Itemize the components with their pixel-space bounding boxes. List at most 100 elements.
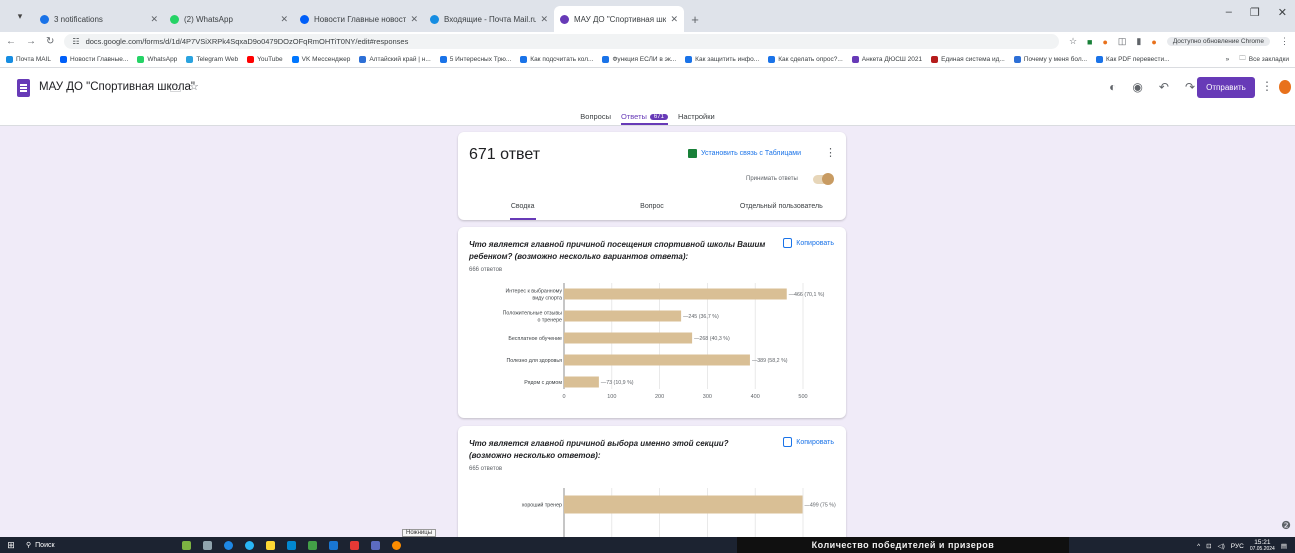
app-icon[interactable]	[371, 540, 380, 550]
minimize-icon[interactable]: –	[1226, 6, 1232, 19]
bookmark-item[interactable]: Алтайский край | н...	[359, 55, 431, 63]
accept-responses-toggle[interactable]	[813, 173, 834, 185]
chart-bar	[564, 354, 750, 366]
undo-icon[interactable]: ↶	[1159, 80, 1169, 94]
header-actions: ◐ ◉ ↶ ↷	[1109, 80, 1195, 94]
forward-icon[interactable]: →	[26, 36, 36, 47]
edge-app-icon[interactable]	[245, 540, 254, 550]
profile-avatar[interactable]: ●	[1151, 37, 1156, 47]
x-tick-label: 400	[751, 394, 760, 400]
outlook-app-icon[interactable]	[329, 540, 338, 550]
responses-more-icon[interactable]: ⋮	[825, 146, 836, 159]
summary-subtab[interactable]: Сводка	[458, 203, 587, 220]
excel-app-icon[interactable]	[308, 540, 317, 550]
bookmark-item[interactable]: VK Мессенджер	[291, 55, 350, 63]
bookmark-favicon-icon	[1096, 55, 1104, 63]
volume-icon[interactable]: ◁)	[1218, 542, 1225, 550]
bookmark-favicon-icon	[931, 55, 939, 63]
menu-icon[interactable]: ⋮	[1280, 36, 1289, 47]
language-indicator[interactable]: РУС	[1231, 543, 1244, 550]
task-view-icon[interactable]	[203, 540, 212, 550]
tab-close-icon[interactable]: ✕	[540, 14, 548, 25]
responses-badge: 671	[649, 113, 668, 120]
tab-close-icon[interactable]: ✕	[410, 14, 418, 25]
tab-close-icon[interactable]: ✕	[150, 14, 158, 25]
reload-icon[interactable]: ↻	[46, 36, 54, 47]
browser-tab[interactable]: 3 notifications ✕	[34, 6, 164, 32]
bookmark-item[interactable]: 5 Интересных Трю...	[439, 55, 511, 63]
puzzle-icon[interactable]: ◫	[1118, 36, 1127, 47]
form-tab[interactable]: Настройки	[678, 112, 715, 124]
taskbar-search[interactable]: ⚲ Поиск	[22, 541, 112, 550]
bookmark-item[interactable]: Telegram Web	[186, 55, 238, 63]
update-chrome-pill[interactable]: Доступно обновление Chrome	[1166, 37, 1270, 46]
sidepanel-icon[interactable]: ▮	[1136, 36, 1141, 47]
bookmark-item[interactable]: YouTube	[247, 55, 283, 63]
tab-title: Входящие - Почта Mail.ru	[444, 14, 537, 24]
tab-close-icon[interactable]: ✕	[670, 14, 678, 25]
bookmark-item[interactable]: Анкета ДЮСШ 2021	[851, 55, 922, 63]
browser-tab[interactable]: Новости Главные новости се✕	[294, 6, 424, 32]
value-label: —73 (10,9 %)	[601, 380, 634, 386]
chart-bar	[564, 310, 682, 322]
bookmark-label: YouTube	[257, 55, 283, 63]
windows-start-icon[interactable]: ⊞	[0, 540, 22, 551]
bookmark-star-icon[interactable]: ☆	[1069, 36, 1077, 47]
bookmark-item[interactable]: Почта MAIL	[6, 55, 51, 63]
explorer-app-icon[interactable]	[266, 540, 275, 550]
bookmark-item[interactable]: Почему у меня бол...	[1013, 55, 1087, 63]
tray-chevron-icon[interactable]: ^	[1197, 543, 1200, 550]
all-bookmarks-folder[interactable]: 🗀 Все закладки	[1239, 54, 1289, 65]
bookmark-item[interactable]: Единая система ид...	[931, 55, 1005, 63]
back-icon[interactable]: ←	[6, 36, 16, 47]
bookmark-favicon-icon	[291, 55, 299, 63]
network-icon[interactable]: ⊡	[1206, 542, 1211, 550]
browser-tab[interactable]: МАУ ДО "Спортивная школа"✕	[554, 6, 684, 32]
extension-icon[interactable]: ●	[1102, 37, 1107, 47]
url-field[interactable]: ☷ docs.google.com/forms/d/1d/4P7VSiXRPk4…	[64, 34, 1059, 49]
bookmark-item[interactable]: Как подсчитать кол...	[520, 55, 593, 63]
tab-list: 3 notifications ✕ (2) WhatsApp ✕ Новости Гла…	[34, 6, 684, 32]
site-info-icon[interactable]: ☷	[72, 37, 79, 46]
clock[interactable]: 15:21 07.05.2024	[1250, 539, 1275, 553]
maximize-icon[interactable]: ❐	[1250, 6, 1260, 19]
bookmark-item[interactable]: Новости Главные...	[60, 55, 129, 63]
preview-eye-icon[interactable]: ◉	[1132, 80, 1142, 94]
extension-icon[interactable]: ■	[1087, 37, 1092, 47]
redo-icon[interactable]: ↷	[1185, 80, 1195, 94]
bookmarks-overflow-icon[interactable]: »	[1226, 56, 1230, 63]
account-avatar[interactable]	[1279, 80, 1291, 94]
notifications-icon[interactable]: ▤	[1281, 542, 1287, 550]
app-icon[interactable]	[182, 540, 191, 550]
help-icon[interactable]: ❷	[1281, 519, 1291, 532]
summary-subtab[interactable]: Отдельный пользователь	[717, 203, 846, 216]
palette-icon[interactable]: ◐	[1109, 80, 1116, 94]
word-app-icon[interactable]	[287, 540, 296, 550]
bookmark-item[interactable]: WhatsApp	[137, 55, 177, 63]
new-tab-button[interactable]: +	[684, 6, 706, 32]
app-icon[interactable]	[392, 540, 401, 550]
bookmark-label: Новости Главные...	[70, 55, 129, 63]
bookmark-item[interactable]: Как PDF перевести...	[1096, 55, 1170, 63]
close-icon[interactable]: ✕	[1278, 6, 1287, 19]
sheets-icon	[688, 149, 697, 158]
browser-tab[interactable]: (2) WhatsApp ✕	[164, 6, 294, 32]
send-button[interactable]: Отправить	[1197, 77, 1255, 98]
bookmark-item[interactable]: Как защитить инфо...	[685, 55, 759, 63]
star-icon[interactable]: ☆	[189, 80, 199, 99]
move-folder-icon[interactable]: 🗀	[170, 80, 181, 99]
form-tab[interactable]: Вопросы	[580, 112, 611, 124]
app-icon[interactable]	[350, 540, 359, 550]
google-forms-logo-icon[interactable]	[17, 79, 30, 97]
bookmark-item[interactable]: Функция ЕСЛИ в эк...	[602, 55, 676, 63]
link-sheets-button[interactable]: Установить связь с Таблицами	[688, 149, 801, 158]
more-options-icon[interactable]: ⋮	[1261, 79, 1273, 93]
tab-close-icon[interactable]: ✕	[280, 14, 288, 25]
chrome-app-icon[interactable]	[224, 540, 233, 550]
browser-tab[interactable]: Входящие - Почта Mail.ru ✕	[424, 6, 554, 32]
form-tab[interactable]: Ответы 671	[621, 112, 668, 125]
bookmark-favicon-icon	[851, 55, 859, 63]
tab-search-button[interactable]: ▾	[6, 5, 34, 27]
summary-subtab[interactable]: Вопрос	[587, 203, 716, 216]
bookmark-item[interactable]: Как сделать опрос?...	[768, 55, 843, 63]
